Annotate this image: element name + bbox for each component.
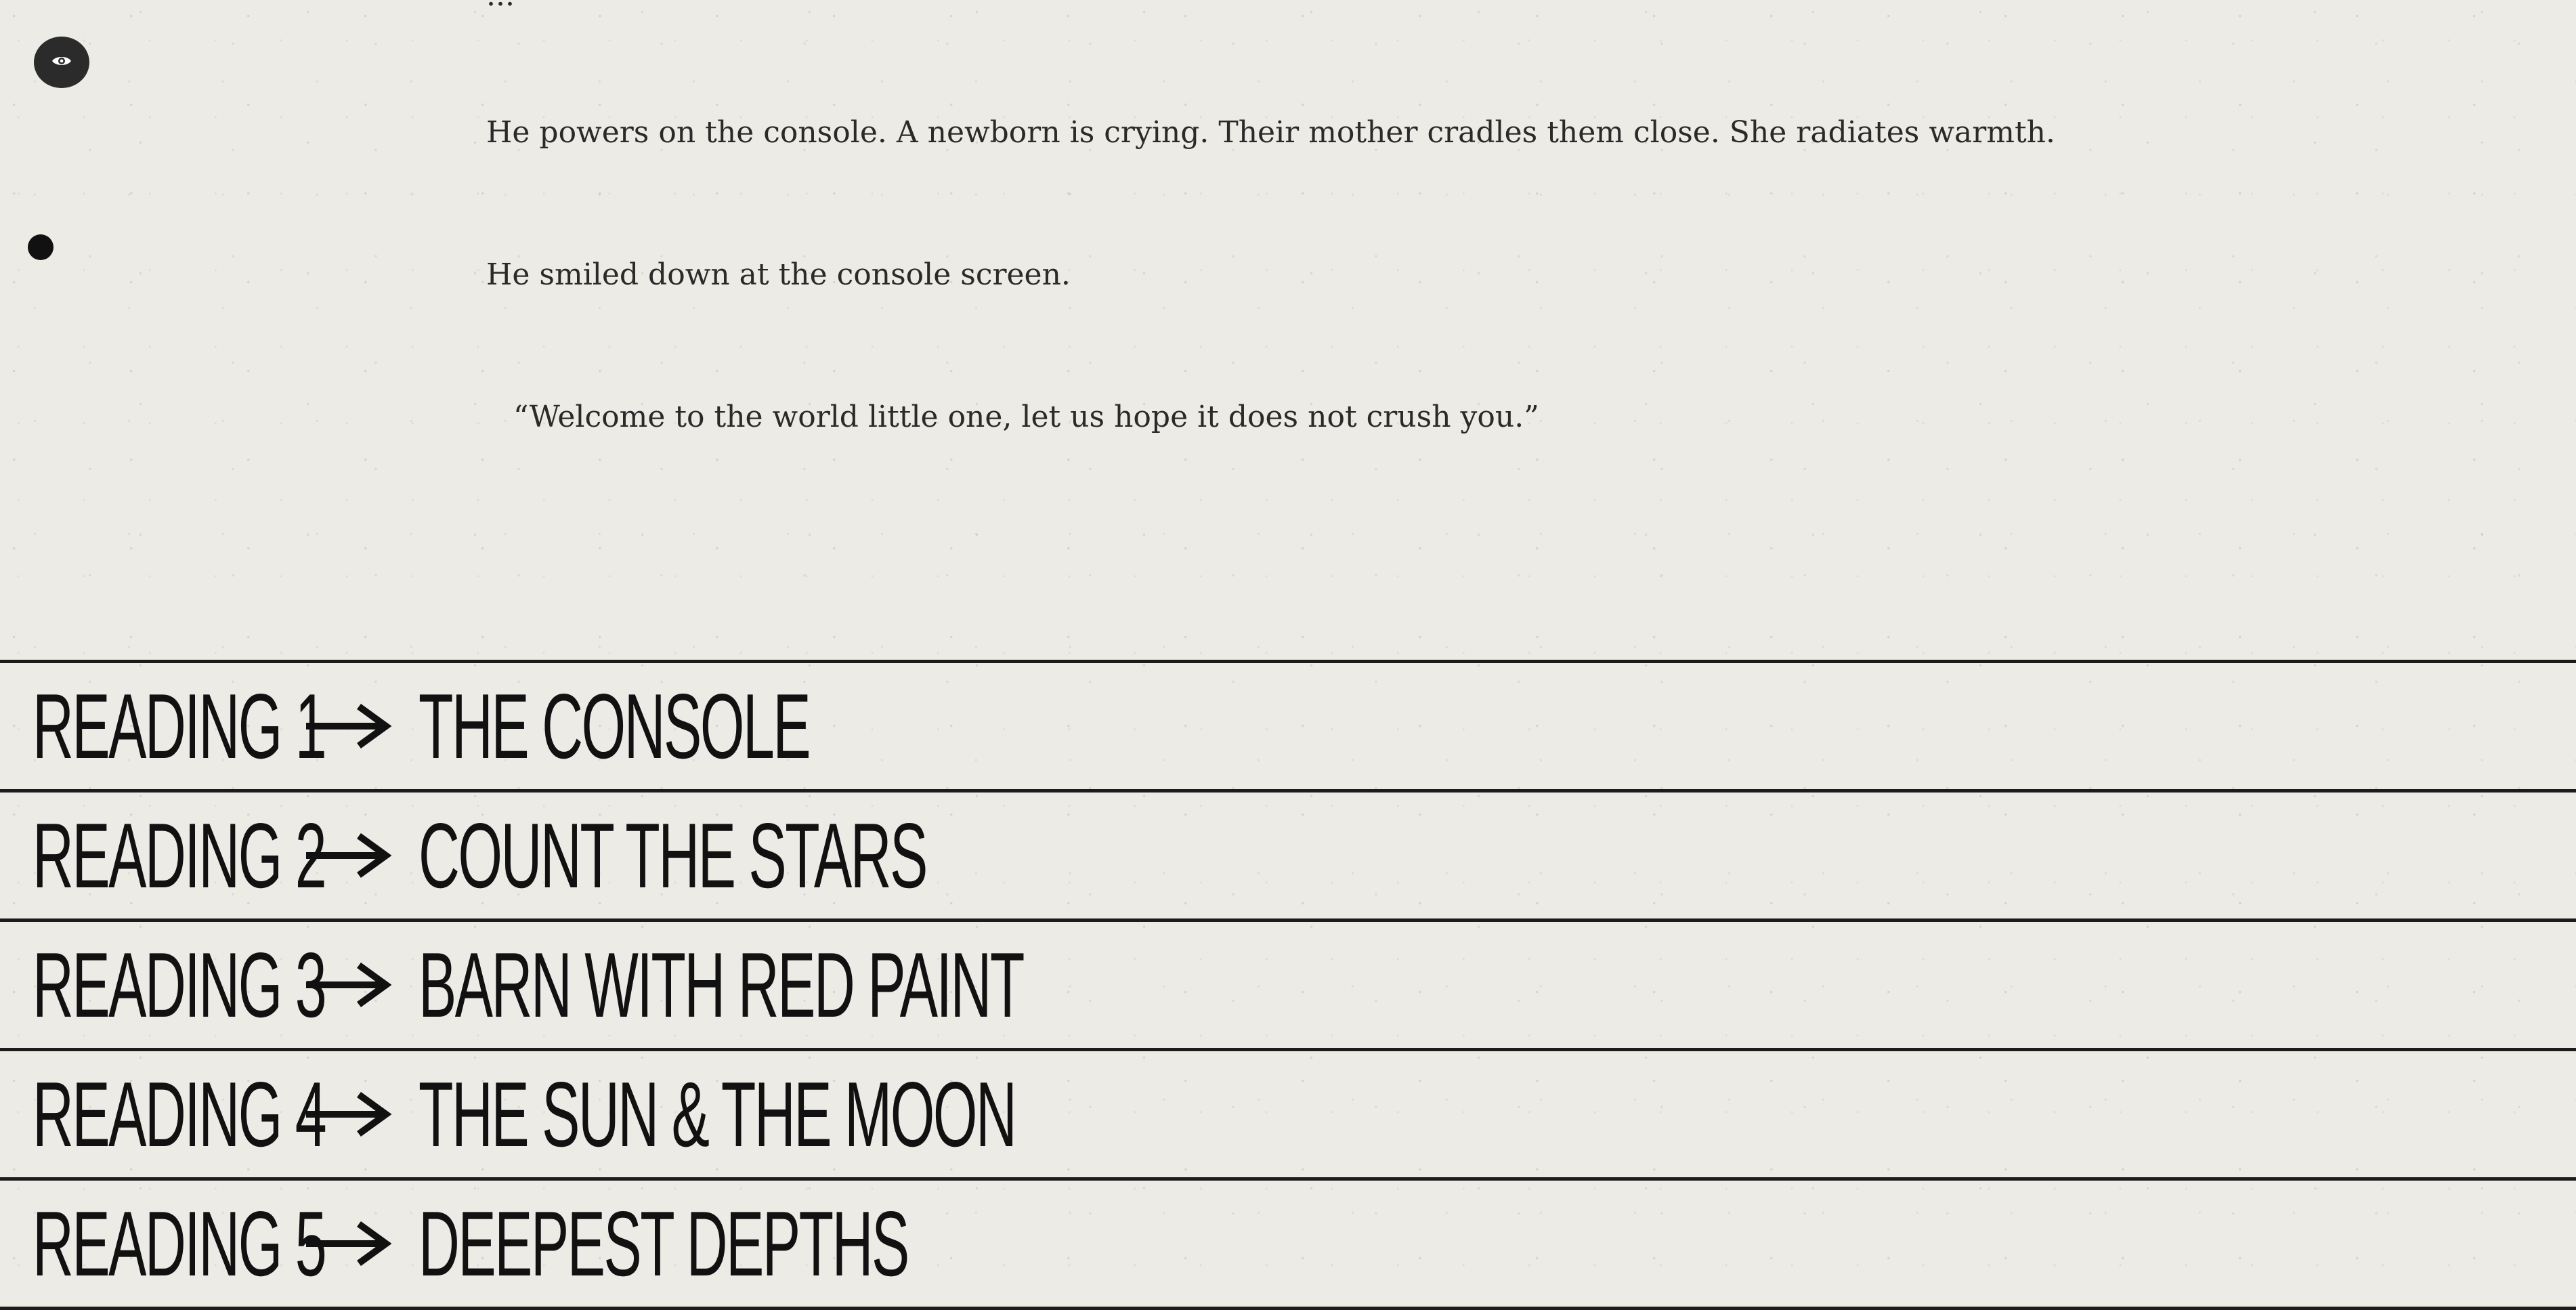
eye-icon bbox=[51, 54, 72, 71]
reading-title: BARN WITH RED PAINT bbox=[418, 933, 1025, 1036]
reading-title: THE SUN & THE MOON bbox=[418, 1063, 1017, 1166]
reading-title: COUNT THE STARS bbox=[418, 804, 928, 907]
reading-title: THE CONSOLE bbox=[418, 675, 811, 778]
reading-row-5[interactable]: READING 5 DEEPEST DEPTHS bbox=[0, 1177, 2576, 1310]
reading-number: READING 2 bbox=[33, 804, 327, 907]
reading-row-3[interactable]: READING 3 BARN WITH RED PAINT bbox=[0, 918, 2576, 1048]
reading-row-1[interactable]: READING 1 THE CONSOLE bbox=[0, 660, 2576, 789]
reading-row-2[interactable]: READING 2 COUNT THE STARS bbox=[0, 789, 2576, 918]
reading-number: READING 5 bbox=[33, 1192, 327, 1295]
story-paragraph-2: He smiled down at the console screen. bbox=[486, 257, 1071, 292]
reading-number: READING 1 bbox=[33, 675, 327, 778]
readings-list: READING 1 THE CONSOLE READING 2 COUNT TH… bbox=[0, 660, 2576, 1310]
story-quote: “Welcome to the world little one, let us… bbox=[513, 400, 1539, 434]
progress-dot-indicator[interactable] bbox=[28, 234, 53, 260]
story-cut-line: ... bbox=[486, 0, 515, 16]
reading-title: DEEPEST DEPTHS bbox=[418, 1192, 909, 1295]
story-text-area: ... He powers on the console. A newborn … bbox=[486, 0, 2111, 657]
reading-number: READING 3 bbox=[33, 933, 327, 1036]
toggle-view-button[interactable] bbox=[34, 37, 89, 88]
reading-number: READING 4 bbox=[33, 1063, 327, 1166]
story-paragraph-1: He powers on the console. A newborn is c… bbox=[486, 115, 2055, 150]
reading-row-4[interactable]: READING 4 THE SUN & THE MOON bbox=[0, 1048, 2576, 1177]
